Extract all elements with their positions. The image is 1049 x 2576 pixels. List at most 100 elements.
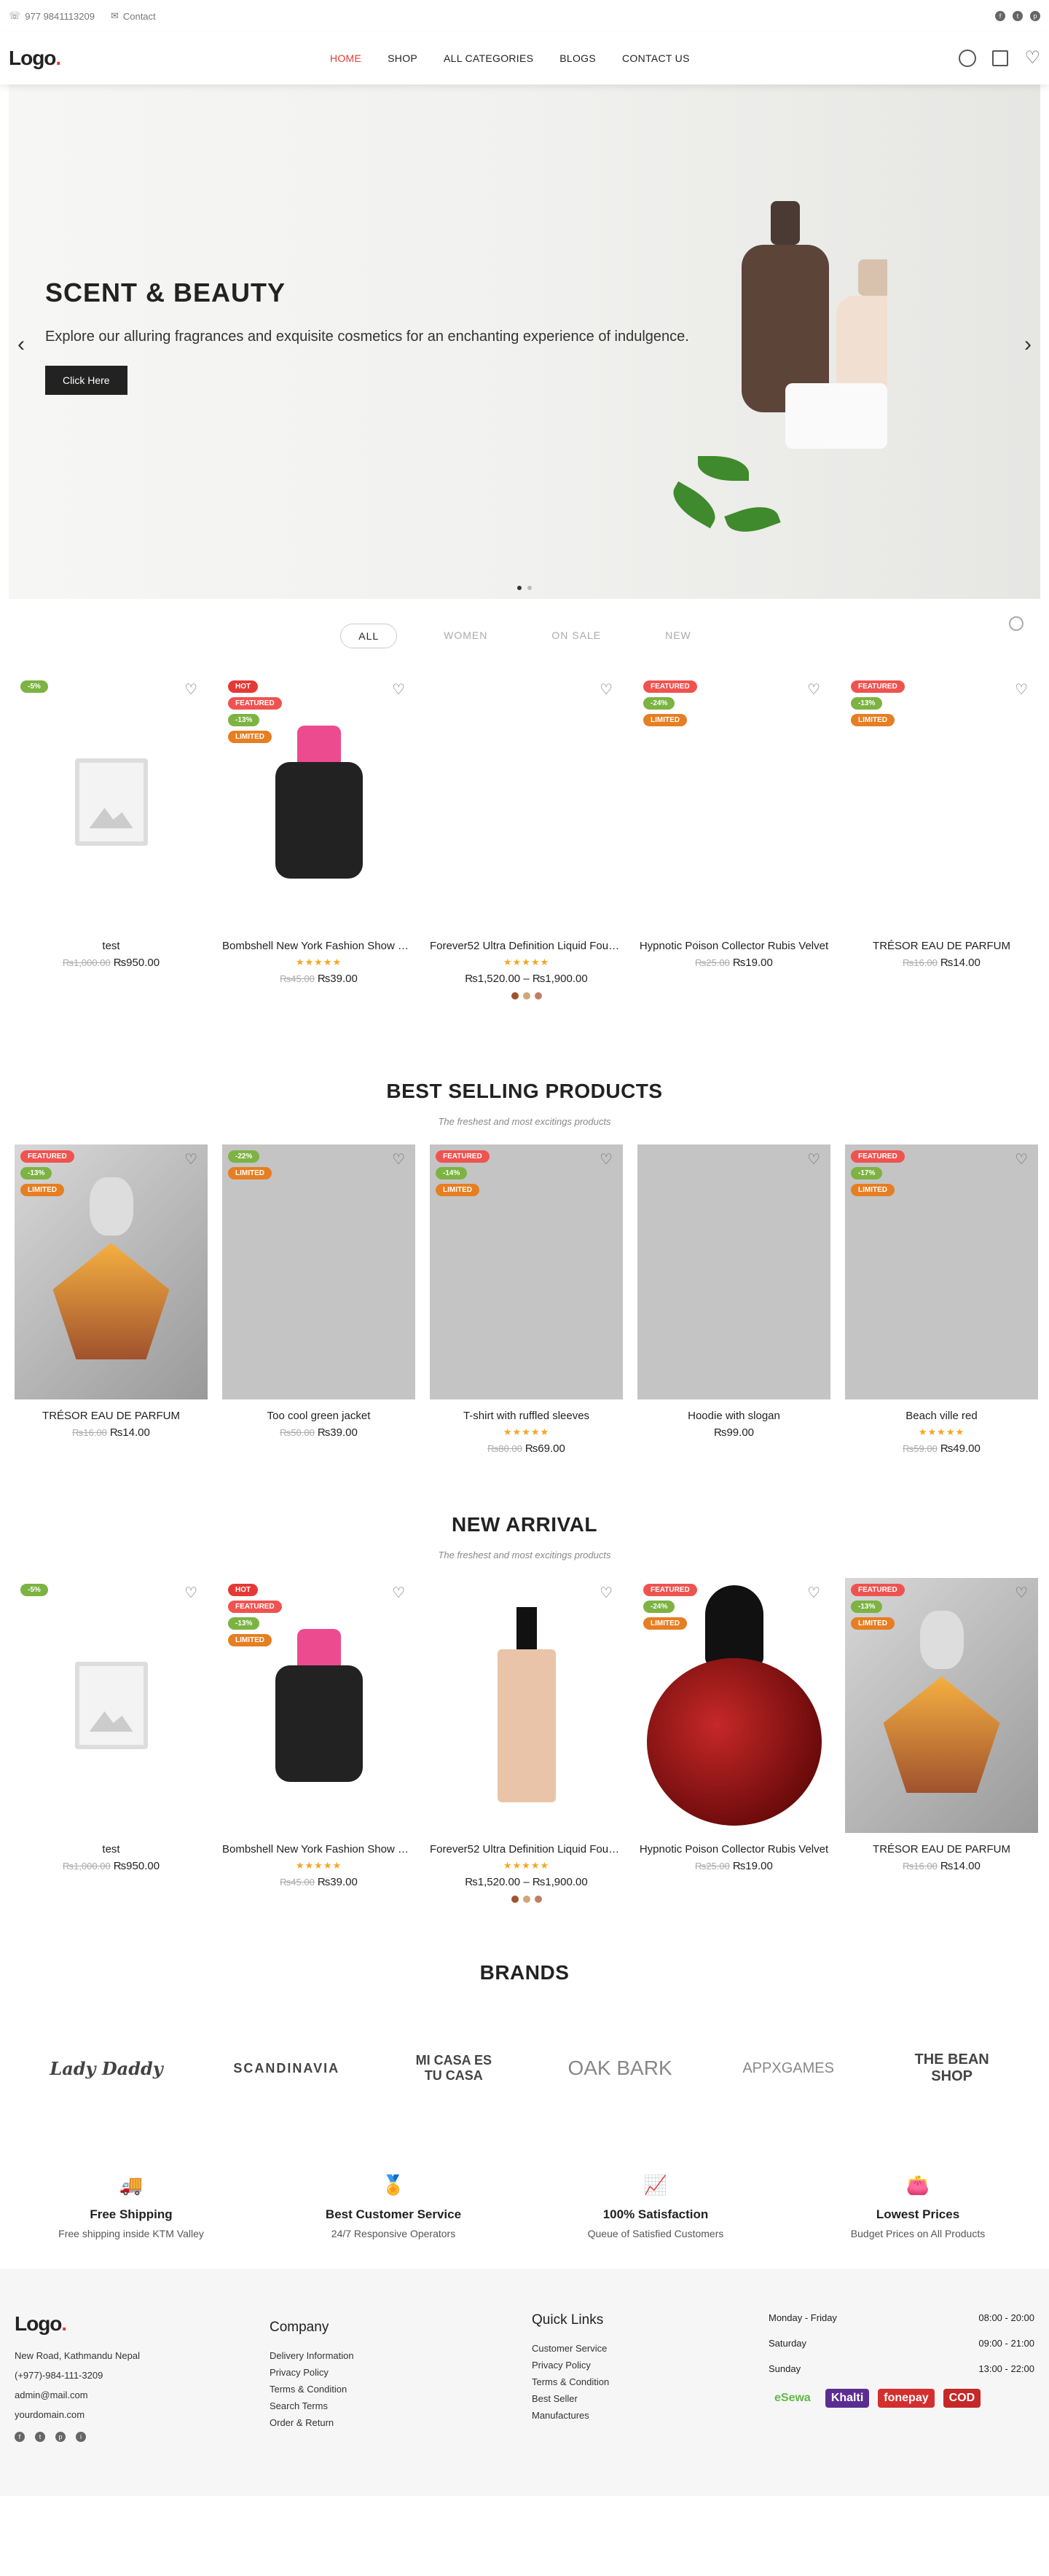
- footer-link[interactable]: Manufactures: [532, 2410, 769, 2421]
- wishlist-heart-icon[interactable]: ♡: [1015, 1584, 1028, 1602]
- product-name[interactable]: Too cool green jacket: [222, 1410, 415, 1422]
- product-name[interactable]: Forever52 Ultra Definition Liquid Founda…: [430, 1843, 623, 1856]
- nav-blogs[interactable]: BLOGS: [559, 52, 596, 64]
- filter-women[interactable]: WOMEN: [426, 624, 505, 648]
- product-name[interactable]: TRÉSOR EAU DE PARFUM: [15, 1410, 208, 1422]
- footer-domain[interactable]: yourdomain.com: [15, 2409, 270, 2420]
- product-card[interactable]: -5% ♡ test ₨1,000.00 ₨950.00: [15, 1578, 208, 1903]
- footer-link[interactable]: Terms & Condition: [270, 2384, 532, 2395]
- wishlist-heart-icon[interactable]: ♡: [1015, 1150, 1028, 1169]
- nav-home[interactable]: HOME: [330, 52, 361, 64]
- slider-next-arrow[interactable]: ›: [1024, 332, 1032, 357]
- brand-logo[interactable]: APPXGAMES: [742, 2060, 834, 2077]
- slider-dot[interactable]: [527, 586, 532, 590]
- product-image[interactable]: FEATURED -24% LIMITED ♡: [637, 675, 830, 930]
- slider-prev-arrow[interactable]: ‹: [17, 332, 25, 357]
- product-name[interactable]: TRÉSOR EAU DE PARFUM: [845, 1843, 1038, 1856]
- product-image[interactable]: -5% ♡: [15, 675, 208, 930]
- product-card[interactable]: ♡ Hoodie with slogan ₨99.00: [637, 1144, 830, 1455]
- product-card[interactable]: ♡ Forever52 Ultra Definition Liquid Foun…: [430, 1578, 623, 1903]
- color-swatch[interactable]: [522, 1896, 530, 1903]
- brand-logo[interactable]: SCANDINAVIA: [233, 2061, 339, 2076]
- product-image[interactable]: FEATURED -13% LIMITED ♡: [845, 1578, 1038, 1833]
- contact-link[interactable]: ✉ Contact: [111, 10, 156, 22]
- wishlist-heart-icon[interactable]: ♡: [184, 1584, 197, 1602]
- product-card[interactable]: FEATURED -14% LIMITED ♡ T-shirt with ruf…: [430, 1144, 623, 1455]
- product-card[interactable]: ♡ Forever52 Ultra Definition Liquid Foun…: [430, 675, 623, 1000]
- nav-shop[interactable]: SHOP: [388, 52, 417, 64]
- product-image[interactable]: FEATURED -17% LIMITED ♡: [845, 1144, 1038, 1399]
- product-name[interactable]: test: [15, 1843, 208, 1856]
- facebook-icon[interactable]: f: [995, 11, 1005, 21]
- product-image[interactable]: HOT FEATURED -13% LIMITED ♡: [222, 1578, 415, 1833]
- pinterest-icon[interactable]: p: [55, 2432, 66, 2442]
- footer-link[interactable]: Customer Service: [532, 2343, 769, 2354]
- wishlist-heart-icon[interactable]: ♡: [184, 680, 197, 699]
- wishlist-icon[interactable]: ♡: [1024, 50, 1040, 67]
- product-image[interactable]: ♡: [430, 675, 623, 930]
- footer-link[interactable]: Order & Return: [270, 2417, 532, 2428]
- product-card[interactable]: HOT FEATURED -13% LIMITED ♡ Bombshell Ne…: [222, 675, 415, 1000]
- product-name[interactable]: Bombshell New York Fashion Show Edition: [222, 940, 415, 952]
- wishlist-heart-icon[interactable]: ♡: [392, 680, 405, 699]
- pinterest-icon[interactable]: p: [1030, 11, 1040, 21]
- product-image[interactable]: ♡: [430, 1578, 623, 1833]
- brand-logo[interactable]: THE BEAN SHOP: [905, 2051, 999, 2085]
- product-name[interactable]: Bombshell New York Fashion Show Edition: [222, 1843, 415, 1856]
- instagram-icon[interactable]: i: [76, 2432, 86, 2442]
- brand-logo[interactable]: MI CASA ES TU CASA: [410, 2053, 498, 2084]
- wishlist-heart-icon[interactable]: ♡: [600, 1150, 613, 1169]
- nav-contact-us[interactable]: CONTACT US: [622, 52, 690, 64]
- product-image[interactable]: ♡: [637, 1144, 830, 1399]
- product-card[interactable]: -5% ♡ test ₨1,000.00 ₨950.00: [15, 675, 208, 1000]
- twitter-icon[interactable]: t: [1013, 11, 1023, 21]
- footer-link[interactable]: Terms & Condition: [532, 2376, 769, 2387]
- footer-link[interactable]: Privacy Policy: [270, 2367, 532, 2378]
- product-image[interactable]: FEATURED -13% LIMITED ♡: [845, 675, 1038, 930]
- brand-logo[interactable]: Lady Daddy: [50, 2058, 162, 2079]
- account-icon[interactable]: [959, 50, 977, 67]
- footer-link[interactable]: Best Seller: [532, 2393, 769, 2404]
- wishlist-heart-icon[interactable]: ♡: [807, 680, 820, 699]
- brand-logo[interactable]: OAK BARK: [567, 2057, 672, 2080]
- product-name[interactable]: Hypnotic Poison Collector Rubis Velvet: [637, 1843, 830, 1856]
- product-card[interactable]: HOT FEATURED -13% LIMITED ♡ Bombshell Ne…: [222, 1578, 415, 1903]
- product-image[interactable]: FEATURED -13% LIMITED ♡: [15, 1144, 208, 1399]
- wishlist-heart-icon[interactable]: ♡: [392, 1150, 405, 1169]
- product-image[interactable]: HOT FEATURED -13% LIMITED ♡: [222, 675, 415, 930]
- hero-cta-button[interactable]: Click Here: [45, 366, 127, 395]
- product-name[interactable]: T-shirt with ruffled sleeves: [430, 1410, 623, 1422]
- filter-all[interactable]: ALL: [340, 624, 398, 648]
- product-image[interactable]: FEATURED -24% LIMITED ♡: [637, 1578, 830, 1833]
- product-card[interactable]: FEATURED -24% LIMITED ♡ Hypnotic Poison …: [637, 1578, 830, 1903]
- product-image[interactable]: -5% ♡: [15, 1578, 208, 1833]
- product-name[interactable]: Forever52 Ultra Definition Liquid Founda…: [430, 940, 623, 952]
- filter-on-sale[interactable]: ON SALE: [534, 624, 618, 648]
- wishlist-heart-icon[interactable]: ♡: [1015, 680, 1028, 699]
- product-name[interactable]: test: [15, 940, 208, 952]
- product-name[interactable]: TRÉSOR EAU DE PARFUM: [845, 940, 1038, 952]
- product-name[interactable]: Beach ville red: [845, 1410, 1038, 1422]
- wishlist-heart-icon[interactable]: ♡: [392, 1584, 405, 1602]
- twitter-icon[interactable]: t: [35, 2432, 45, 2442]
- color-swatch[interactable]: [534, 1896, 542, 1903]
- footer-phone[interactable]: (+977)-984-111-3209: [15, 2370, 270, 2381]
- color-swatch[interactable]: [511, 1896, 519, 1903]
- product-name[interactable]: Hypnotic Poison Collector Rubis Velvet: [637, 940, 830, 952]
- color-swatch[interactable]: [534, 992, 542, 1000]
- product-card[interactable]: FEATURED -13% LIMITED ♡ TRÉSOR EAU DE PA…: [845, 675, 1038, 1000]
- cart-icon[interactable]: [992, 50, 1009, 66]
- site-logo[interactable]: Logo.: [9, 47, 61, 70]
- product-card[interactable]: FEATURED -17% LIMITED ♡ Beach ville red …: [845, 1144, 1038, 1455]
- product-image[interactable]: FEATURED -14% LIMITED ♡: [430, 1144, 623, 1399]
- product-card[interactable]: -22% LIMITED ♡ Too cool green jacket ₨50…: [222, 1144, 415, 1455]
- product-card[interactable]: FEATURED -24% LIMITED ♡ Hypnotic Poison …: [637, 675, 830, 1000]
- phone-link[interactable]: ☏ 977 9841113209: [9, 10, 95, 22]
- color-swatch[interactable]: [522, 992, 530, 1000]
- product-card[interactable]: FEATURED -13% LIMITED ♡ TRÉSOR EAU DE PA…: [845, 1578, 1038, 1903]
- footer-link[interactable]: Privacy Policy: [532, 2360, 769, 2371]
- wishlist-heart-icon[interactable]: ♡: [184, 1150, 197, 1169]
- wishlist-heart-icon[interactable]: ♡: [807, 1150, 820, 1169]
- product-name[interactable]: Hoodie with slogan: [637, 1410, 830, 1422]
- product-card[interactable]: FEATURED -13% LIMITED ♡ TRÉSOR EAU DE PA…: [15, 1144, 208, 1455]
